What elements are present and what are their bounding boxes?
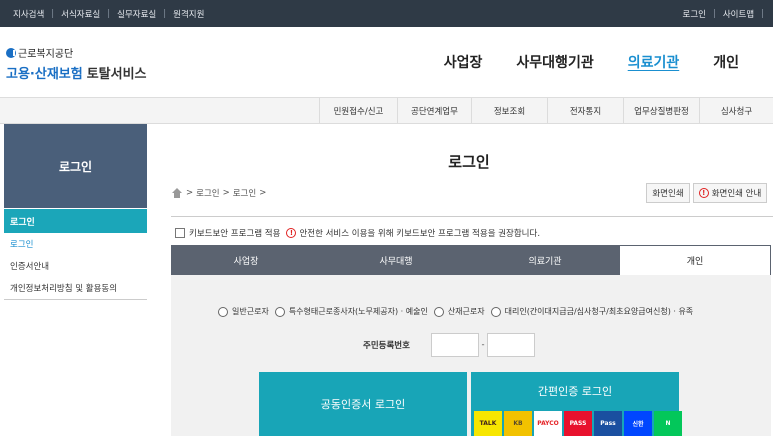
tab-agency[interactable]: 사무대행 [321,245,471,275]
top-utility-bar: 지사검색 | 서식자료실 | 실무자료실 | 원격지원 로그인 | 사이트맵 | [0,0,773,27]
sub-nav-info-lookup[interactable]: 정보조회 [471,98,547,124]
sub-nav-civil-petition[interactable]: 민원접수/신고 [319,98,397,124]
sitemap-link[interactable]: 사이트맵 [723,8,754,20]
radio-label: 산재근로자 [447,307,485,316]
alert-icon: ! [698,188,709,198]
breadcrumb-arrow: > [222,188,230,198]
radio-option-general-worker[interactable]: 일반근로자 [218,306,269,317]
keyboard-security-row: 키보드보안 프로그램 적용 ! 안전한 서비스 이용을 위해 키보드보안 프로그… [175,227,540,239]
breadcrumb-arrow: > [186,188,194,198]
sub-nav-items: 민원접수/신고 공단연계업무 정보조회 전자통지 업무상질병판정 심사청구 [319,98,773,124]
resident-number-label: 주민등록번호 [363,341,410,351]
sub-nav-disease-judgment[interactable]: 업무상질병판정 [623,98,699,124]
resident-number-row: 주민등록번호 - [363,333,535,357]
simple-auth-login-label: 간편인증 로그인 [537,385,613,398]
certificate-login-label: 공동인증서 로그인 [320,398,406,411]
pass-icon[interactable]: PASS [564,411,592,436]
main-nav-medical[interactable]: 의료기관 [628,52,680,72]
form-library-link[interactable]: 서식자료실 [61,8,100,20]
simple-auth-providers: TALK KB PAYCO PASS Pass 신한 N [474,411,682,436]
divider: | [163,8,167,19]
site-header: 근로복지공단 고용·산재보험 토탈서비스 사업장 사무대행기관 의료기관 개인 [0,27,773,98]
sub-nav-linked-work[interactable]: 공단연계업무 [397,98,471,124]
sub-nav-review-request[interactable]: 심사청구 [699,98,773,124]
login-link[interactable]: 로그인 [683,8,706,20]
simple-auth-login-box: 간편인증 로그인 TALK KB PAYCO PASS Pass 신한 N [471,372,682,436]
radio-option-proxy[interactable]: 대리인(간이대지급금/심사청구/최초요양급여신청) · 유족 [490,306,694,317]
certificate-login-button[interactable]: 공동인증서 로그인 [259,372,467,436]
logo-org-line: 근로복지공단 [6,45,147,60]
divider [171,216,773,217]
naver-icon[interactable]: N [654,411,682,436]
resident-number-front-input[interactable] [431,333,479,357]
main-content: 로그인 > 로그인 > 로그인 > 화면인쇄 ! 화면인쇄 안내 키보드보안 프… [171,124,773,436]
radio-option-injured-worker[interactable]: 산재근로자 [433,306,485,317]
tab-workplace[interactable]: 사업장 [171,245,321,275]
user-type-radios: 일반근로자 특수형태근로종사자(노무제공자) · 예술인 산재근로자 대리인(간… [218,306,699,317]
sidebar-menu: 로그인 인증서안내 개인정보처리방침 및 활용동의 [4,233,147,300]
sub-nav: 민원접수/신고 공단연계업무 정보조회 전자통지 업무상질병판정 심사청구 [0,98,773,124]
print-guide-label: 화면인쇄 안내 [711,189,762,199]
login-form-area: 일반근로자 특수형태근로종사자(노무제공자) · 예술인 산재근로자 대리인(간… [171,275,771,436]
main-nav: 사업장 사무대행기관 의료기관 개인 [444,52,739,72]
radio-button[interactable] [218,306,228,317]
account-links: 로그인 | 사이트맵 | [683,0,765,27]
breadcrumb-item[interactable]: 로그인 [196,187,219,199]
resident-number-dash: - [481,340,485,350]
divider: | [51,8,55,19]
divider: | [107,8,111,19]
sidebar-item-privacy-policy[interactable]: 개인정보처리방침 및 활용동의 [4,277,147,299]
main-nav-agency[interactable]: 사무대행기관 [516,52,593,72]
keyboard-security-checkbox[interactable] [175,228,185,238]
kakao-talk-icon[interactable]: TALK [474,411,502,436]
divider: | [712,8,716,19]
alert-icon: ! [286,228,297,238]
print-guide-button[interactable]: ! 화면인쇄 안내 [693,183,767,203]
logo-org-name: 근로복지공단 [18,49,74,60]
radio-label: 특수형태근로종사자(노무제공자) · 예술인 [288,307,428,316]
logo-service-line: 고용·산재보험 토탈서비스 [6,63,147,82]
page-title: 로그인 [448,153,490,171]
radio-label: 일반근로자 [232,307,269,316]
comwel-logo-icon [6,47,16,58]
logo-service-dark: 토탈서비스 [86,67,147,82]
branch-search-link[interactable]: 지사검색 [13,8,44,20]
print-button-label: 화면인쇄 [652,189,684,199]
radio-button[interactable] [274,306,285,317]
user-type-tabs: 사업장 사무대행 의료기관 개인 [171,245,771,275]
keyboard-security-label: 키보드보안 프로그램 적용 [189,229,281,239]
payco-icon[interactable]: PAYCO [534,411,562,436]
radio-button[interactable] [433,306,444,317]
print-button[interactable]: 화면인쇄 [646,183,690,203]
sidebar-title: 로그인 [4,124,147,208]
main-nav-workplace[interactable]: 사업장 [444,52,483,72]
practice-library-link[interactable]: 실무자료실 [117,8,156,20]
kb-icon[interactable]: KB [504,411,532,436]
resident-number-back-input[interactable] [487,333,535,357]
sidebar-item-login[interactable]: 로그인 [4,233,147,255]
keyboard-security-notice-text: 안전한 서비스 이용을 위해 키보드보안 프로그램 적용을 권장합니다. [299,229,541,239]
sidebar-item-cert-guide[interactable]: 인증서안내 [4,255,147,277]
tab-medical[interactable]: 의료기관 [471,245,619,275]
sidebar-section-header[interactable]: 로그인 [4,209,147,233]
breadcrumb: > 로그인 > 로그인 > [171,187,266,199]
main-nav-personal[interactable]: 개인 [713,52,739,72]
samsung-pass-icon[interactable]: Pass [594,411,622,436]
divider: | [761,8,764,19]
sidebar: 로그인 로그인 로그인 인증서안내 개인정보처리방침 및 활용동의 [4,124,147,436]
utility-links: 지사검색 | 서식자료실 | 실무자료실 | 원격지원 [13,0,204,27]
breadcrumb-arrow: > [259,188,267,198]
remote-support-link[interactable]: 원격지원 [173,8,204,20]
home-icon[interactable] [171,188,183,198]
keyboard-security-notice: ! 안전한 서비스 이용을 위해 키보드보안 프로그램 적용을 권장합니다. [286,227,540,239]
sub-nav-e-notice[interactable]: 전자통지 [547,98,623,124]
shinhan-icon[interactable]: 신한 [624,411,652,436]
radio-label: 대리인(간이대지급금/심사청구/최초요양급여신청) · 유족 [504,307,694,316]
breadcrumb-item[interactable]: 로그인 [233,187,256,199]
tab-personal[interactable]: 개인 [619,245,771,275]
logo-service-blue: 고용·산재보험 [6,67,83,82]
radio-option-special-worker[interactable]: 특수형태근로종사자(노무제공자) · 예술인 [274,306,428,317]
radio-button[interactable] [490,306,501,317]
site-logo[interactable]: 근로복지공단 고용·산재보험 토탈서비스 [6,45,147,82]
